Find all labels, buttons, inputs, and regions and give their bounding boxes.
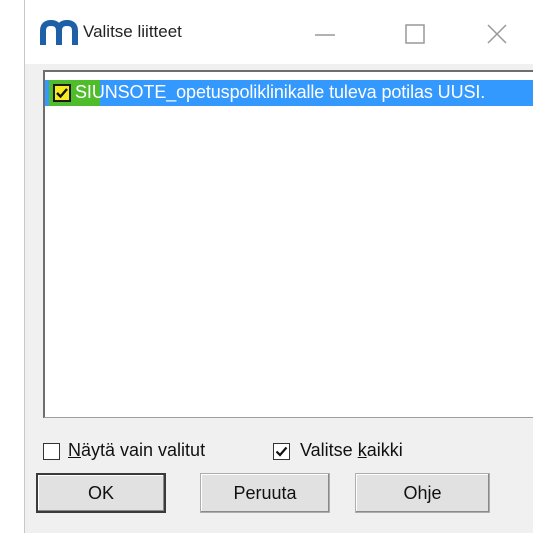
attachment-name-rest: UNSOTE_opetuspoliklinikalle tuleva potil… (91, 82, 486, 102)
select-all-checkbox[interactable] (273, 443, 290, 460)
select-all-label-post: aikki (366, 440, 403, 460)
maximize-icon[interactable] (393, 14, 437, 54)
help-button[interactable]: Ohje (355, 473, 490, 513)
attachment-name-prefix: SI (75, 82, 92, 102)
select-all-label-pre: Valitse (300, 440, 358, 460)
attachment-list[interactable]: SIUNSOTE_opetuspoliklinikalle tuleva pot… (43, 70, 533, 418)
only-selected-label-post: äytä vain valitut (81, 440, 206, 460)
background-window-edge (0, 0, 24, 533)
close-icon[interactable] (475, 14, 519, 54)
only-selected-accesskey: N (68, 440, 81, 460)
window-border (24, 0, 25, 533)
select-all-label[interactable]: Valitse kaikki (300, 440, 403, 461)
cancel-button[interactable]: Peruuta (200, 473, 330, 513)
checkmark-icon (275, 446, 288, 457)
m-logo-icon (39, 18, 79, 48)
checkmark-icon (56, 88, 68, 99)
attachment-name: SIUNSOTE_opetuspoliklinikalle tuleva pot… (75, 82, 485, 103)
minimize-icon[interactable] (303, 14, 347, 54)
only-selected-checkbox[interactable] (43, 443, 60, 460)
title-bar[interactable]: Valitse liitteet (25, 0, 533, 64)
item-checkbox[interactable] (53, 84, 71, 102)
list-item[interactable]: SIUNSOTE_opetuspoliklinikalle tuleva pot… (45, 80, 533, 106)
window-title: Valitse liitteet (83, 22, 182, 41)
select-all-accesskey: k (357, 440, 367, 460)
only-selected-label[interactable]: Näytä vain valitut (68, 440, 205, 461)
ok-button[interactable]: OK (36, 473, 166, 513)
